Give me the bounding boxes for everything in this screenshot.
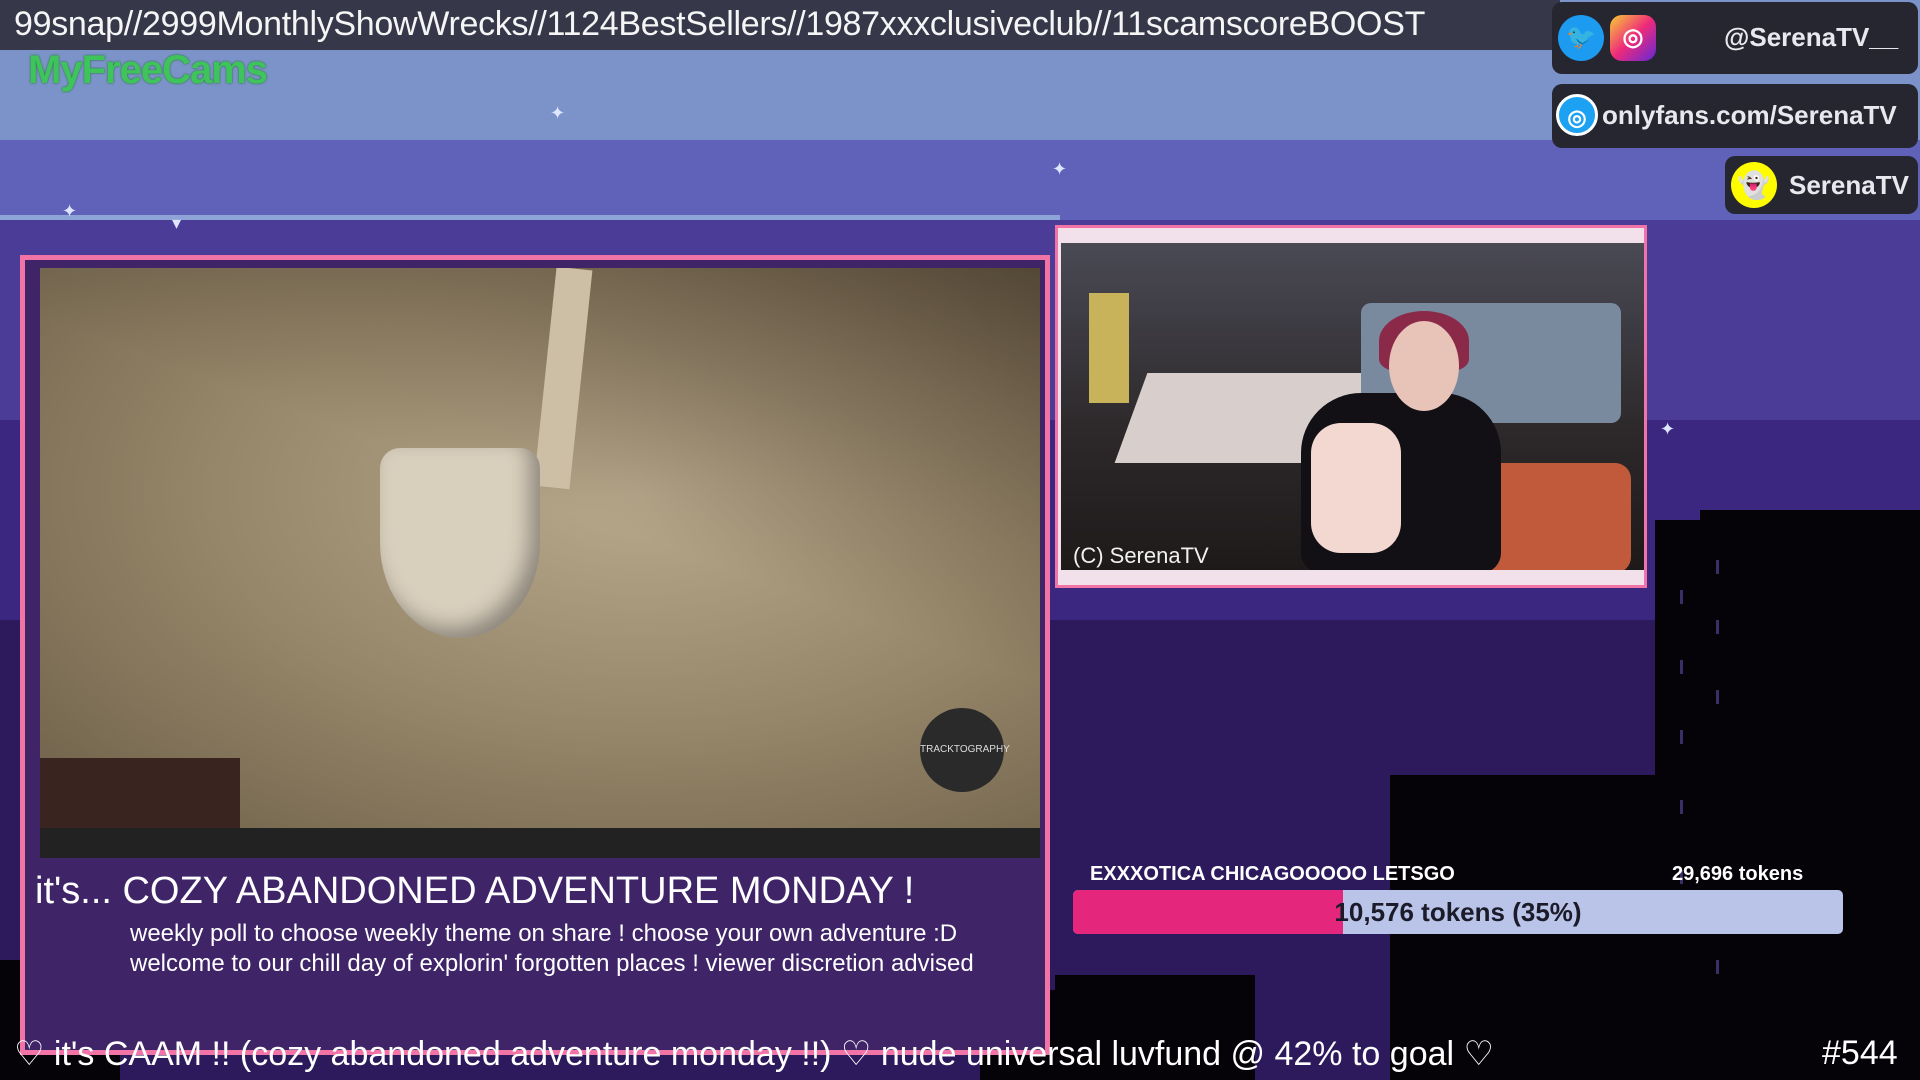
video-shadow — [40, 268, 1040, 828]
twitter-handle: @SerenaTV__ — [1724, 22, 1899, 52]
room-lamp — [1089, 293, 1129, 403]
building-window — [1680, 730, 1683, 744]
main-share-panel: TRACKTOGRAPHY it's... COZY ABANDONED ADV… — [20, 255, 1050, 1055]
webcam-caption: (C) SerenaTV — [1073, 543, 1209, 568]
onlyfans-link: onlyfans.com/SerenaTV — [1602, 100, 1897, 130]
star-decoration: ✦ — [550, 103, 566, 123]
goal-title: EXXXOTICA CHICAGOOOOO LETSGO — [1090, 863, 1455, 885]
sky-background-band — [0, 140, 1920, 220]
theme-subtitle-2: welcome to our chill day of explorin' fo… — [130, 950, 974, 977]
onlyfans-badge: ◎ onlyfans.com/SerenaTV — [1552, 84, 1918, 148]
star-decoration: ▾ — [172, 213, 182, 233]
building-window — [1716, 690, 1719, 704]
snapchat-badge: 👻 SerenaTV — [1725, 156, 1918, 214]
snapchat-handle: SerenaTV — [1789, 170, 1909, 200]
adventure-video: TRACKTOGRAPHY — [40, 268, 1040, 858]
snapchat-icon: 👻 — [1731, 162, 1777, 208]
twitter-icon: 🐦 — [1558, 15, 1604, 61]
star-decoration: ✦ — [62, 201, 78, 221]
instagram-icon: ◎ — [1610, 15, 1656, 61]
theme-title: it's... COZY ABANDONED ADVENTURE MONDAY … — [35, 870, 915, 912]
episode-number: #544 — [1822, 1034, 1898, 1072]
brand-logo: MyFreeCams — [28, 48, 268, 92]
video-watermark: TRACKTOGRAPHY — [920, 708, 1010, 792]
star-decoration: ✦ — [1052, 159, 1068, 179]
building-window — [1716, 620, 1719, 634]
ticker-bar: ♡ it's CAAM !! (cozy abandoned adventure… — [0, 1030, 1920, 1080]
room-chair — [1481, 463, 1631, 570]
dark-ledge — [40, 758, 240, 828]
marquee-bar: 99snap//2999MonthlyShowWrecks//1124BestS… — [0, 0, 1560, 50]
streamer-legs — [1311, 423, 1401, 553]
goal-progress-bar: 10,576 tokens (35%) — [1073, 890, 1843, 934]
stone-face-carving — [380, 448, 540, 638]
building-window — [1680, 660, 1683, 674]
theme-subtitle-1: weekly poll to choose weekly theme on sh… — [130, 920, 958, 947]
webcam-panel: (C) SerenaTV — [1055, 225, 1647, 588]
webcam-video: (C) SerenaTV — [1061, 243, 1644, 570]
goal-total: 29,696 tokens — [1672, 863, 1804, 885]
streamer-head — [1389, 321, 1459, 411]
building-silhouette — [1420, 790, 1630, 840]
onlyfans-icon: ◎ — [1556, 94, 1598, 136]
building-window — [1680, 590, 1683, 604]
twitter-instagram-badge: 🐦 ◎ @SerenaTV__ — [1552, 2, 1918, 74]
star-decoration: ✦ — [1660, 419, 1676, 439]
building-silhouette — [1700, 510, 1920, 1080]
video-bottom-bar — [40, 828, 1040, 858]
building-window — [1716, 560, 1719, 574]
marquee-text: 99snap//2999MonthlyShowWrecks//1124BestS… — [14, 5, 1426, 43]
goal-progress-label: 10,576 tokens (35%) — [1334, 897, 1582, 927]
building-window — [1716, 960, 1719, 974]
building-window — [1680, 800, 1683, 814]
ticker-text: ♡ it's CAAM !! (cozy abandoned adventure… — [14, 1035, 1494, 1073]
